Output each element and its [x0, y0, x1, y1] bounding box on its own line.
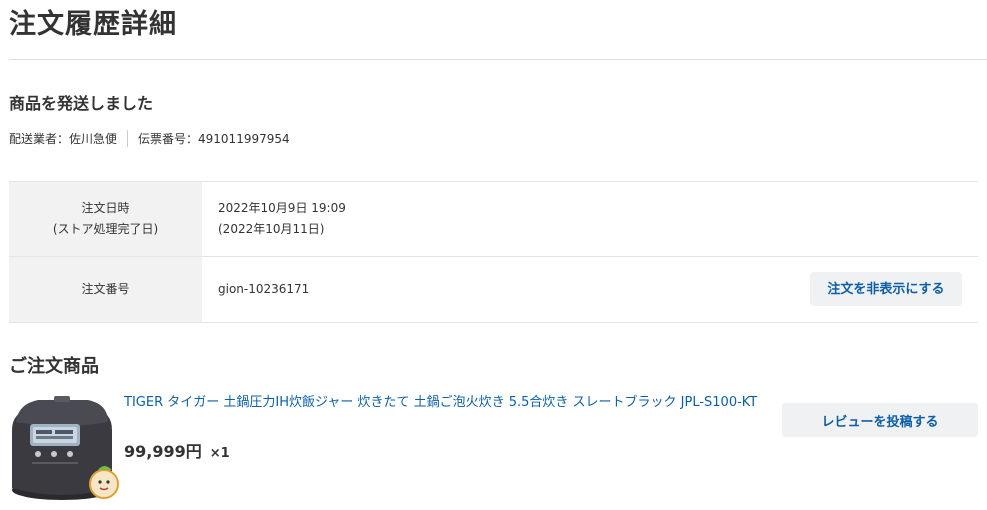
- product-price: 99,999円: [124, 442, 202, 461]
- write-review-button[interactable]: レビューを投稿する: [782, 403, 978, 437]
- title-divider: [9, 59, 987, 60]
- order-number-row: 注文番号 gion-10236171 注文を非表示にする: [9, 257, 978, 323]
- ordered-items-heading: ご注文商品: [9, 356, 99, 377]
- product-name-link[interactable]: TIGER タイガー 土鍋圧力IH炊飯ジャー 炊きたて 土鍋ご泡火炊き 5.5合…: [124, 393, 774, 412]
- order-datetime: 2022年10月9日 19:09: [218, 201, 346, 215]
- shipping-info: 配送業者：佐川急便 伝票番号：491011997954: [9, 129, 290, 147]
- hide-order-button[interactable]: 注文を非表示にする: [810, 272, 962, 306]
- page-title: 注文履歴詳細: [9, 9, 177, 40]
- shipping-status-heading: 商品を発送しました: [9, 94, 154, 113]
- order-date-label: 注文日時 (ストア処理完了日): [9, 182, 202, 256]
- carrier-text: 配送業者：佐川急便: [9, 131, 118, 146]
- product-quantity: ×1: [209, 446, 230, 461]
- order-number-label-text: 注文番号: [81, 282, 130, 296]
- order-detail-table: 注文日時 (ストア処理完了日) 2022年10月9日 19:09 (2022年1…: [9, 181, 978, 323]
- price-line: 99,999円 ×1: [124, 438, 230, 462]
- order-number-label: 注文番号: [9, 257, 202, 322]
- order-date-row: 注文日時 (ストア処理完了日) 2022年10月9日 19:09 (2022年1…: [9, 182, 978, 257]
- order-date-value: 2022年10月9日 19:09 (2022年10月11日): [202, 182, 978, 256]
- order-date-label-line1: 注文日時: [81, 201, 130, 215]
- order-number-value: gion-10236171 注文を非表示にする: [202, 257, 978, 322]
- info-separator: [127, 129, 129, 147]
- order-date-label-line2: (ストア処理完了日): [52, 222, 159, 236]
- store-completed-date: (2022年10月11日): [218, 222, 325, 236]
- rice-cooker-image[interactable]: [8, 390, 120, 504]
- tracking-number-text: 伝票番号：491011997954: [138, 131, 290, 146]
